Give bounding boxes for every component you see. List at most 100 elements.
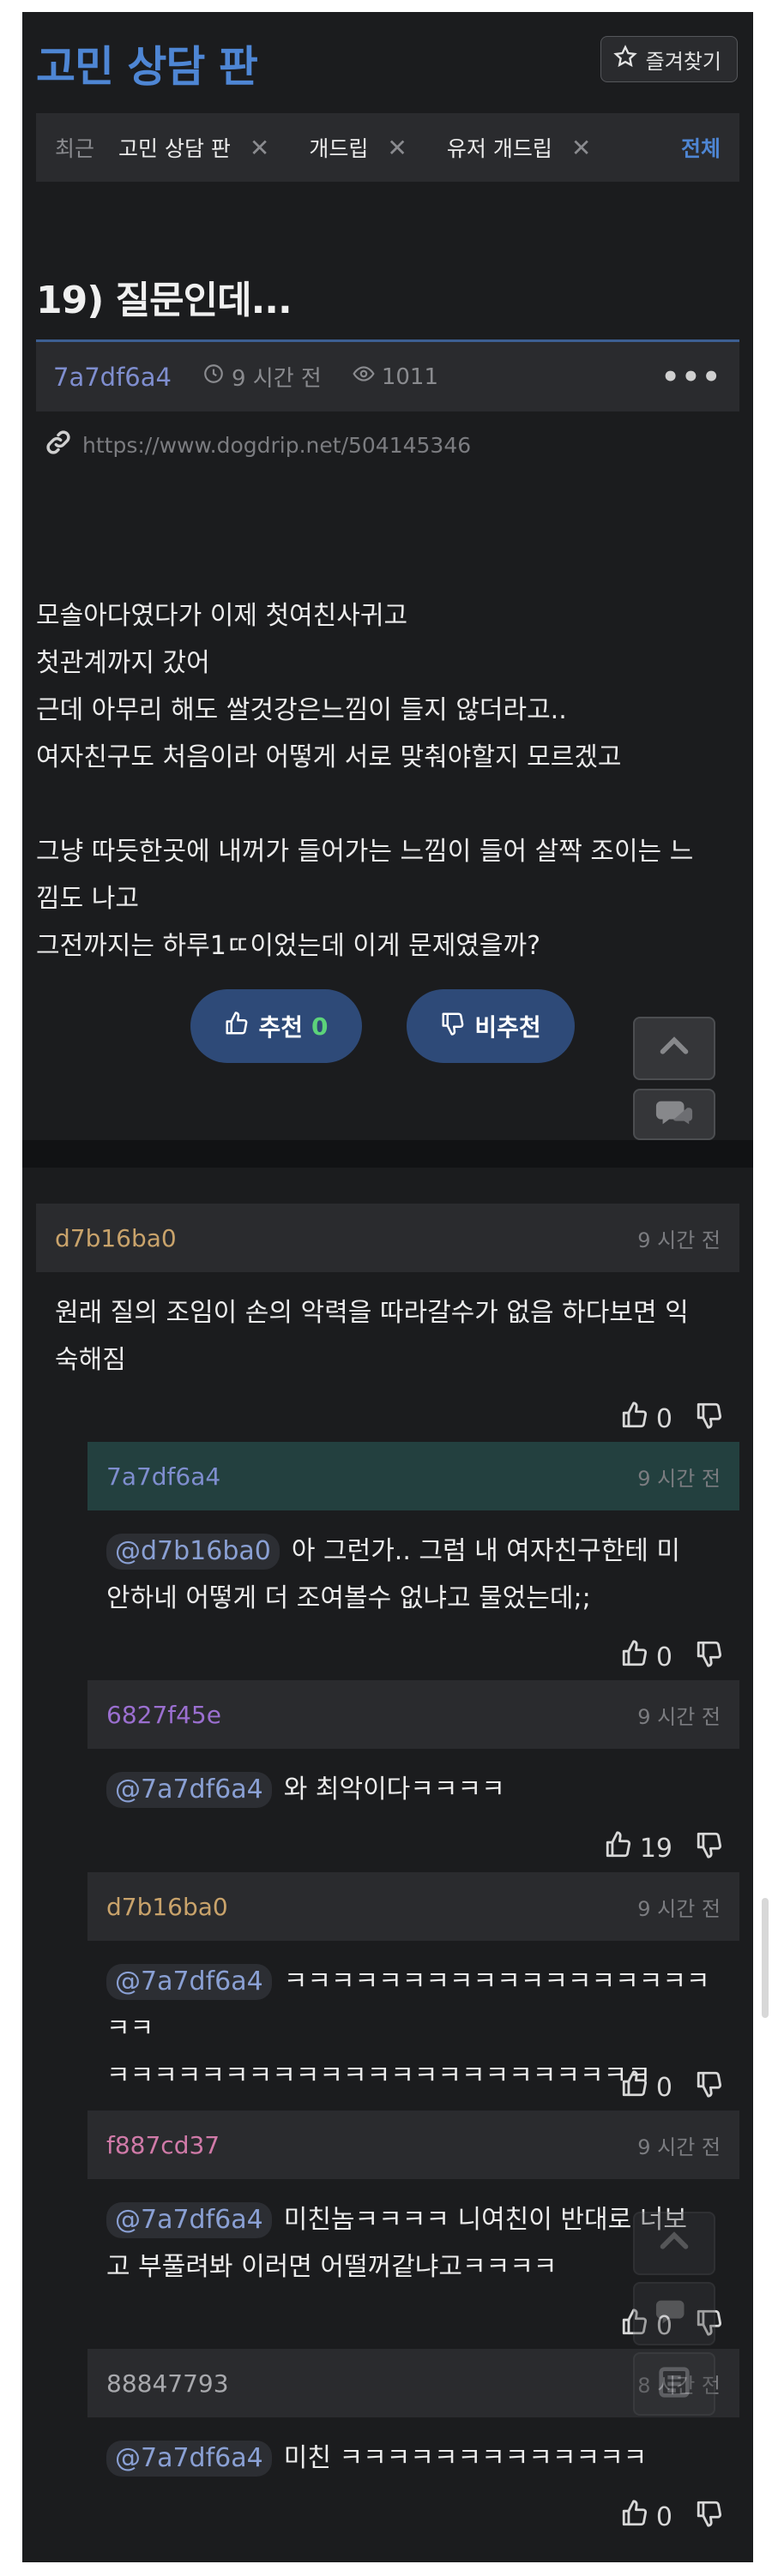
comment-time: 9 시간 전 xyxy=(637,2135,721,2159)
comment-vote-bar: 0 xyxy=(620,2499,724,2535)
mention-tag[interactable]: @7a7df6a4 xyxy=(106,2441,272,2477)
upvote-label: 추천 xyxy=(258,1013,304,1042)
post-body-line xyxy=(36,781,748,828)
comment-line-text: 미친 ㅋㅋㅋㅋㅋㅋㅋㅋㅋㅋㅋㅋㅋ xyxy=(283,2443,648,2473)
thumbs-down-icon xyxy=(695,1832,724,1866)
comment-vote-bar: 19 xyxy=(604,1830,724,1866)
list-icon xyxy=(654,2363,694,2405)
comment-header: f887cd37 9 시간 전 xyxy=(87,2111,739,2179)
post-body-line: 모솔아다였다가 이제 첫여친사귀고 xyxy=(36,601,408,631)
thumbs-up-icon xyxy=(620,1639,649,1675)
post-body-line: 낌도 나고 xyxy=(36,884,139,914)
recent-all-link[interactable]: 전체 xyxy=(681,132,721,163)
recent-tab[interactable]: 고민 상담 판 ✕ xyxy=(118,132,309,163)
comment-downvote-button[interactable] xyxy=(695,2499,724,2535)
mention-tag[interactable]: @7a7df6a4 xyxy=(106,1772,272,1808)
thumbs-up-icon xyxy=(604,1830,633,1866)
chevron-up-icon xyxy=(654,1027,694,1070)
list-button-overlay[interactable] xyxy=(633,2352,715,2416)
comment-upvote-button[interactable]: 0 xyxy=(620,1639,672,1675)
downvote-button[interactable]: 비추천 xyxy=(407,989,575,1063)
mention-tag[interactable]: @7a7df6a4 xyxy=(106,2202,272,2238)
close-icon[interactable]: ✕ xyxy=(571,134,591,162)
comment-like-count: 19 xyxy=(639,1833,672,1864)
section-divider xyxy=(22,1140,753,1168)
page-scrollbar[interactable] xyxy=(762,1898,769,2018)
scroll-top-button[interactable] xyxy=(633,1017,715,1080)
comment-line-text: 와 최악이다ㅋㅋㅋㅋ xyxy=(283,1774,505,1804)
comment: 7a7df6a4 9 시간 전 @d7b16ba0 아 그런가.. 그럼 내 여자친구… xyxy=(87,1442,739,1682)
comment-line: @d7b16ba0 아 그런가.. 그럼 내 여자친구한테 미 xyxy=(106,1528,731,1575)
comment: 6827f45e 9 시간 전 @7a7df6a4 와 최악이다ㅋㅋㅋㅋ 19 xyxy=(87,1680,739,1873)
thumbs-down-icon xyxy=(695,1402,724,1437)
board-title[interactable]: 고민 상담 판 xyxy=(36,33,258,94)
comment-icon xyxy=(654,1093,694,1136)
comment-line: 숙해짐 xyxy=(55,1336,731,1384)
mention-tag[interactable]: @7a7df6a4 xyxy=(106,1964,272,2000)
close-icon[interactable]: ✕ xyxy=(387,134,407,162)
favorite-button[interactable]: 즐겨찾기 xyxy=(600,36,738,82)
comment-line-text: 안하네 어떻게 더 조여볼수 없냐고 물었는데;; xyxy=(106,1583,591,1613)
comment-vote-bar: 0 xyxy=(620,1401,724,1437)
comment-text: @7a7df6a4 미친 ㅋㅋㅋㅋㅋㅋㅋㅋㅋㅋㅋㅋㅋ xyxy=(106,2435,731,2482)
post-body-line xyxy=(36,262,748,309)
recent-tab[interactable]: 유저 개드립 ✕ xyxy=(447,132,610,163)
upvote-button[interactable]: 추천 0 xyxy=(190,989,362,1063)
comment-icon xyxy=(654,2292,694,2335)
chevron-up-icon xyxy=(654,2222,694,2265)
app-frame: 고민 상담 판 즐겨찾기 최근 고민 상담 판 ✕ 개드립 ✕ 유저 개드립 ✕ 전체… xyxy=(22,12,753,2562)
comment: d7b16ba0 9 시간 전원래 질의 조임이 손의 악력을 따라갈수가 없음 … xyxy=(36,1204,739,1444)
comment-text: @d7b16ba0 아 그런가.. 그럼 내 여자친구한테 미안하네 어떻게 더 … xyxy=(106,1528,731,1622)
thumbs-up-icon xyxy=(224,1011,250,1042)
post-body-line: 근데 아무리 해도 쌀것강은느낌이 들지 않더라고.. xyxy=(36,695,567,725)
mention-tag[interactable]: @d7b16ba0 xyxy=(106,1534,280,1570)
comment-downvote-button[interactable] xyxy=(695,1401,724,1437)
comment-downvote-button[interactable] xyxy=(695,2069,724,2105)
comment-like-count: 0 xyxy=(655,1642,672,1672)
comment-upvote-button[interactable]: 0 xyxy=(620,2499,672,2535)
comment-line-text: 숙해짐 xyxy=(55,1345,126,1375)
post-body-line: 첫관계까지 갔어 xyxy=(36,648,210,678)
comment-time: 9 시간 전 xyxy=(637,1896,721,1921)
thumbs-down-icon xyxy=(695,2501,724,2535)
post-body-line xyxy=(36,309,748,357)
comment-line-text: 미친놈ㅋㅋㅋㅋ 니여친이 반대로 너보 xyxy=(283,2205,687,2235)
comment-header: d7b16ba0 9 시간 전 xyxy=(36,1204,739,1272)
comment-author[interactable]: 88847793 xyxy=(106,2369,637,2398)
post-body-line xyxy=(36,451,748,498)
comment-header: d7b16ba0 9 시간 전 xyxy=(87,1872,739,1941)
comment-text: 원래 질의 조임이 손의 악력을 따라갈수가 없음 하다보면 익숙해짐 xyxy=(55,1289,731,1384)
comment-line: 원래 질의 조임이 손의 악력을 따라갈수가 없음 하다보면 익 xyxy=(55,1289,731,1336)
comment-time: 9 시간 전 xyxy=(637,1466,721,1491)
comment-text: @7a7df6a4 와 최악이다ㅋㅋㅋㅋ xyxy=(106,1766,731,1813)
post-body-line: 그전까지는 하루1ㄸ이었는데 이게 문제였을까? xyxy=(36,931,541,961)
comment-upvote-button[interactable]: 0 xyxy=(620,2069,672,2105)
comment-upvote-button[interactable]: 0 xyxy=(620,1401,672,1437)
recent-tab[interactable]: 개드립 ✕ xyxy=(309,132,446,163)
comment-header: 6827f45e 9 시간 전 xyxy=(87,1680,739,1749)
comment-like-count: 0 xyxy=(655,1403,672,1434)
scroll-top-button-overlay[interactable] xyxy=(633,2212,715,2275)
upvote-count: 0 xyxy=(311,1012,329,1041)
comment-line-text: ㅋㅋㅋㅋㅋㅋㅋㅋㅋㅋㅋㅋㅋㅋㅋㅋㅋㅋㅋㅋㅋㅋㅋ xyxy=(106,2061,651,2091)
comments-button[interactable] xyxy=(633,1089,715,1140)
close-icon[interactable]: ✕ xyxy=(250,134,269,162)
comment-time: 9 시간 전 xyxy=(637,1228,721,1252)
comment-author[interactable]: f887cd37 xyxy=(106,2131,637,2159)
thumbs-up-icon xyxy=(620,2069,649,2105)
comment-downvote-button[interactable] xyxy=(695,1830,724,1866)
comments-button-overlay[interactable] xyxy=(633,2282,715,2345)
comment-line: @7a7df6a4 ㅋㅋㅋㅋㅋㅋㅋㅋㅋㅋㅋㅋㅋㅋㅋㅋㅋㅋㅋㅋ xyxy=(106,1958,731,2052)
recent-boards-bar: 최근 고민 상담 판 ✕ 개드립 ✕ 유저 개드립 ✕ 전체 xyxy=(36,113,739,182)
comment-upvote-button[interactable]: 19 xyxy=(604,1830,672,1866)
comment-author[interactable]: 7a7df6a4 xyxy=(106,1462,637,1491)
comment-line: 안하네 어떻게 더 조여볼수 없냐고 물었는데;; xyxy=(106,1575,731,1622)
post-body-line xyxy=(36,404,748,451)
comment-downvote-button[interactable] xyxy=(695,1639,724,1675)
comment-author[interactable]: 6827f45e xyxy=(106,1701,637,1729)
comment-author[interactable]: d7b16ba0 xyxy=(106,1893,637,1921)
comment-author[interactable]: d7b16ba0 xyxy=(55,1224,637,1252)
comment-like-count: 0 xyxy=(655,2501,672,2532)
post-body-line xyxy=(36,498,748,545)
comment-line-text: 고 부풀려봐 이러면 어떨꺼같냐고ㅋㅋㅋㅋ xyxy=(106,2252,558,2282)
